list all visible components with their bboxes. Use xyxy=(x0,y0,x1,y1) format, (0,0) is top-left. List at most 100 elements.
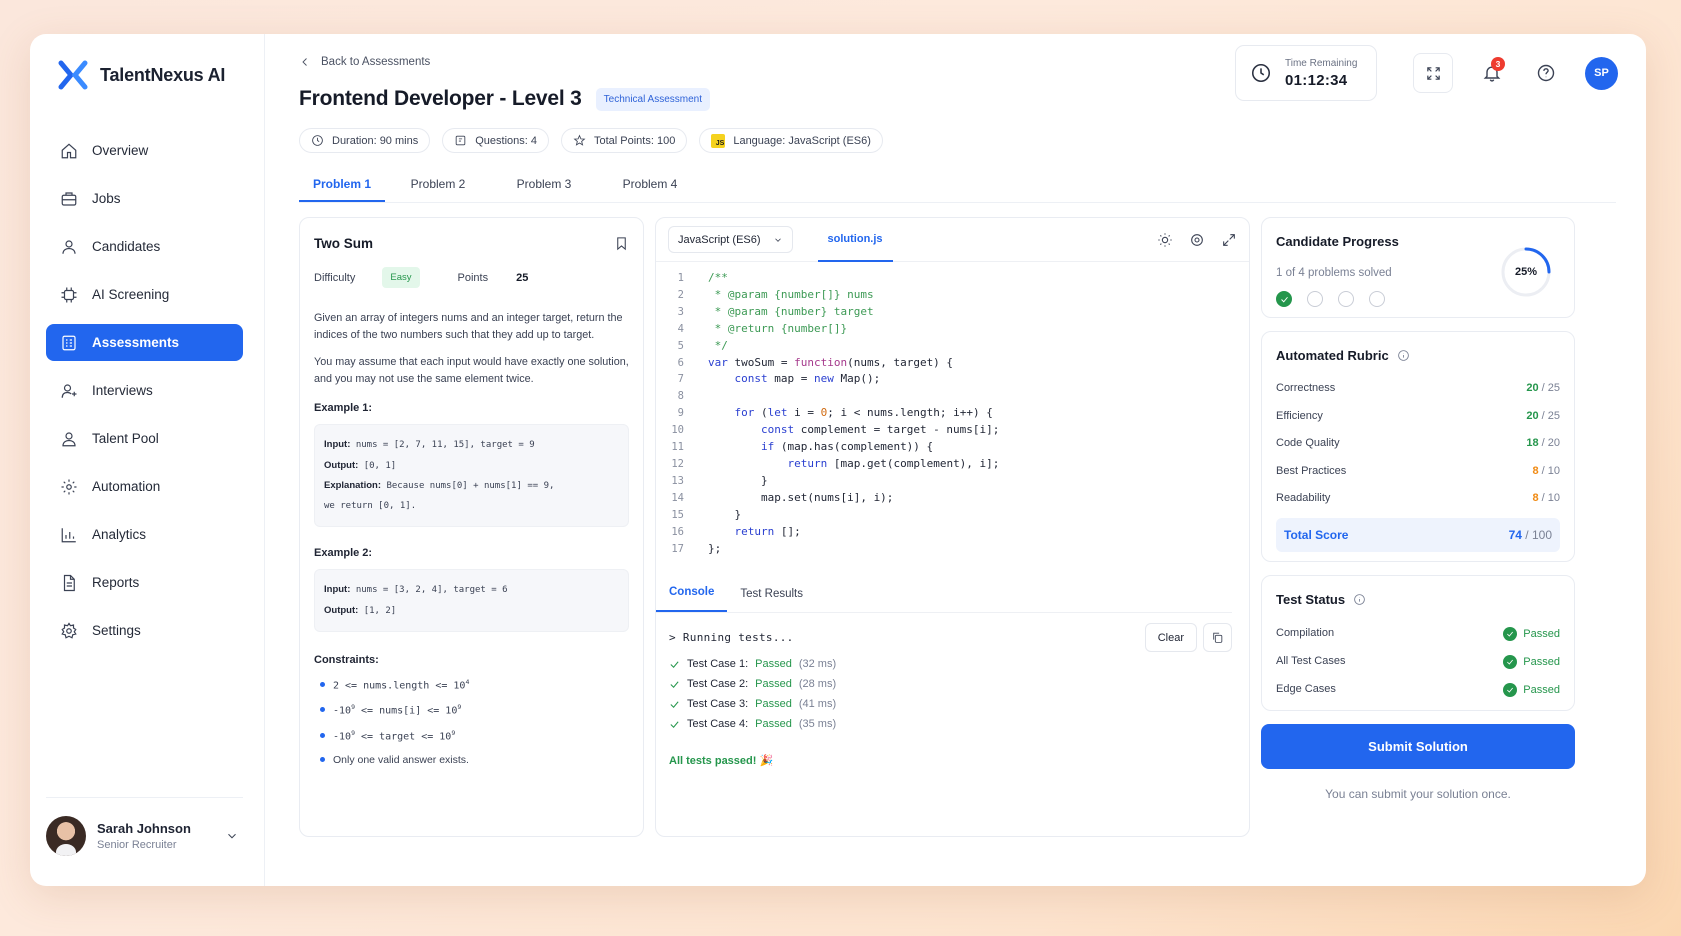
sidebar-item-candidates[interactable]: Candidates xyxy=(46,228,243,265)
test-case-row: Test Case 1: Passed (32 ms) xyxy=(669,658,1219,670)
code-line[interactable]: 11 if (map.has(complement)) { xyxy=(656,439,1249,456)
sidebar-item-ai-screening[interactable]: AI Screening xyxy=(46,276,243,313)
code-line[interactable]: 13 } xyxy=(656,473,1249,490)
code-line[interactable]: 10 const complement = target - nums[i]; xyxy=(656,422,1249,439)
sidebar-item-label: Settings xyxy=(92,623,141,638)
test-status-label: Edge Cases xyxy=(1276,683,1336,695)
title-row: Frontend Developer - Level 3 Technical A… xyxy=(299,87,711,111)
file-tab-solution[interactable]: solution.js xyxy=(817,218,893,262)
constraints-label: Constraints: xyxy=(314,654,379,666)
console-tabs: Console Test Results xyxy=(656,571,1232,613)
check-icon xyxy=(670,680,679,688)
sun-icon[interactable] xyxy=(1157,232,1173,248)
sidebar-item-interviews[interactable]: Interviews xyxy=(46,372,243,409)
help-button[interactable] xyxy=(1531,58,1561,88)
sidebar-item-overview[interactable]: Overview xyxy=(46,132,243,169)
clear-button[interactable]: Clear xyxy=(1144,623,1197,652)
test-status-row: Compilation Passed xyxy=(1276,627,1560,641)
code-line[interactable]: 5 */ xyxy=(656,338,1249,355)
questions-chip: Questions: 4 xyxy=(442,128,549,153)
info-icon[interactable] xyxy=(1397,349,1410,362)
sidebar-item-automation[interactable]: Automation xyxy=(46,468,243,505)
expand-icon[interactable] xyxy=(1221,232,1237,248)
code-line[interactable]: 4 * @return {number[]} xyxy=(656,321,1249,338)
output-value: [1, 2] xyxy=(363,605,397,616)
back-label: Back to Assessments xyxy=(321,56,431,68)
sidebar-item-reports[interactable]: Reports xyxy=(46,564,243,601)
user-profile[interactable]: Sarah Johnson Senior Recruiter xyxy=(46,797,243,856)
copy-icon xyxy=(1213,632,1223,643)
code-line[interactable]: 14 map.set(nums[i], i); xyxy=(656,490,1249,507)
user-avatar[interactable]: SP xyxy=(1585,56,1618,90)
rubric-label: Code Quality xyxy=(1276,437,1340,449)
code-area[interactable]: 1/** 2 * @param {number[]} nums 3 * @param… xyxy=(656,262,1249,557)
back-link[interactable]: Back to Assessments xyxy=(299,56,430,68)
tab-problem-4[interactable]: Problem 4 xyxy=(597,168,703,202)
fullscreen-button[interactable] xyxy=(1413,53,1453,93)
bookmark-icon[interactable] xyxy=(614,236,629,251)
test-status-row: Edge Cases Passed xyxy=(1276,683,1560,697)
line-number: 13 xyxy=(671,474,684,487)
code-line[interactable]: 16 return []; xyxy=(656,524,1249,541)
sidebar-item-assessments[interactable]: Assessments xyxy=(46,324,243,361)
tab-problem-1[interactable]: Problem 1 xyxy=(299,168,385,202)
input-value: nums = [3, 2, 4], target = 6 xyxy=(355,585,508,595)
rubric-score: 20 / 25 xyxy=(1526,382,1560,394)
chevron-down-icon xyxy=(774,237,781,242)
output-label: Output: xyxy=(324,604,359,616)
copy-button[interactable] xyxy=(1203,623,1232,652)
rubric-row: Best Practices 8 / 10 xyxy=(1276,465,1560,477)
total-score-label: Total Score xyxy=(1284,528,1349,542)
code-line[interactable]: 1 /** xyxy=(656,270,1249,287)
test-status-card: Test Status Compilation Passed All Test Ca… xyxy=(1261,575,1575,711)
constraint-item: -109 <= nums[i] <= 109 xyxy=(314,703,629,717)
submit-solution-button[interactable]: Submit Solution xyxy=(1261,724,1575,769)
editor-toolbar: JavaScript (ES6) solution.js xyxy=(656,218,1249,262)
tab-problem-3[interactable]: Problem 3 xyxy=(491,168,597,202)
info-icon[interactable] xyxy=(1353,593,1366,606)
bar-chart-icon xyxy=(61,527,76,542)
code-line[interactable]: 3 * @param {number} target xyxy=(656,304,1249,321)
code-line[interactable]: 8 xyxy=(656,388,1249,405)
line-number: 17 xyxy=(671,542,684,555)
constraint-item: Only one valid answer exists. xyxy=(314,754,629,766)
constraints-list: 2 <= nums.length <= 104 -109 <= nums[i] … xyxy=(314,678,629,766)
tab-test-results[interactable]: Test Results xyxy=(727,588,816,612)
sidebar-item-label: Analytics xyxy=(92,527,147,542)
line-number: 4 xyxy=(677,322,684,335)
code-line[interactable]: 17}; xyxy=(656,541,1249,558)
logo[interactable]: TalentNexus AI xyxy=(58,60,225,90)
sidebar-item-settings[interactable]: Settings xyxy=(46,612,243,649)
sidebar-item-talent-pool[interactable]: Talent Pool xyxy=(46,420,243,457)
code-line[interactable]: 15 } xyxy=(656,507,1249,524)
gear-icon[interactable] xyxy=(1189,232,1205,248)
language-select[interactable]: JavaScript (ES6) xyxy=(668,226,793,253)
sidebar-item-jobs[interactable]: Jobs xyxy=(46,180,243,217)
tab-problem-2[interactable]: Problem 2 xyxy=(385,168,491,202)
assessment-meta: Duration: 90 mins Questions: 4 Total Poi… xyxy=(299,128,883,153)
tab-console[interactable]: Console xyxy=(656,586,728,612)
duration-chip: Duration: 90 mins xyxy=(299,128,431,153)
rubric-label: Readability xyxy=(1276,492,1331,504)
test-status-label: Compilation xyxy=(1276,627,1335,639)
chevron-down-icon[interactable] xyxy=(225,829,239,843)
code-line[interactable]: 9 for (let i = 0; i < nums.length; i++) … xyxy=(656,405,1249,422)
line-number: 3 xyxy=(677,305,684,318)
page-title: Frontend Developer - Level 3 xyxy=(299,87,582,110)
code-text: * @return {number[]} xyxy=(708,321,848,335)
sidebar-item-analytics[interactable]: Analytics xyxy=(46,516,243,553)
user-name: Sarah Johnson xyxy=(97,821,191,836)
rubric-row: Correctness 20 / 25 xyxy=(1276,382,1560,394)
notifications-button[interactable]: 3 xyxy=(1477,57,1507,88)
line-number: 1 xyxy=(677,272,684,284)
code-line[interactable]: 2 * @param {number[]} nums xyxy=(656,287,1249,304)
code-line[interactable]: 6 var twoSum = function(nums, target) { xyxy=(656,355,1249,372)
sidebar-nav: Overview Jobs Candidates AI Screening As… xyxy=(46,132,243,660)
top-toolbar: Time Remaining 01:12:34 3 SP xyxy=(1235,45,1618,101)
code-text: for (let i = 0; i < nums.length; i++) { xyxy=(734,406,993,420)
check-icon xyxy=(670,700,679,708)
points-label: Points xyxy=(457,271,489,284)
code-line[interactable]: 7 const map = new Map(); xyxy=(656,371,1249,388)
code-line[interactable]: 12 return [map.get(complement), i]; xyxy=(656,456,1249,473)
rubric-row: Readability 8 / 10 xyxy=(1276,492,1560,504)
